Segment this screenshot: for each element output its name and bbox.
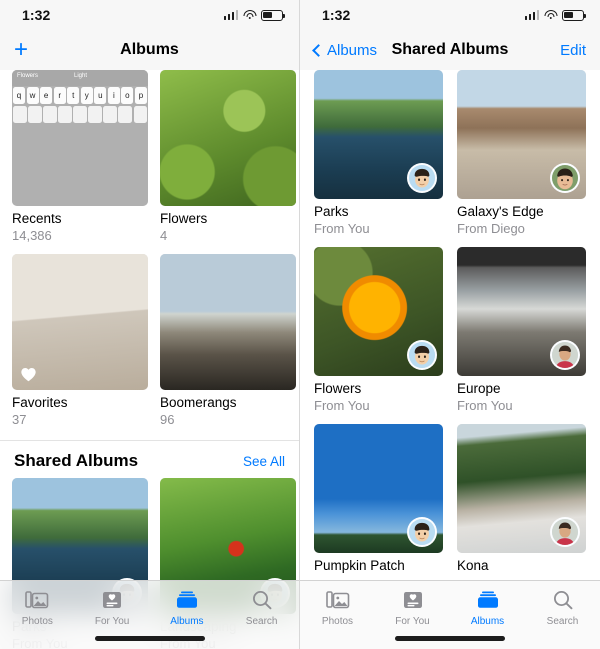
album-title: Europe — [457, 381, 501, 397]
status-time: 1:32 — [22, 7, 51, 23]
edit-button[interactable]: Edit — [560, 42, 586, 59]
album-owner: From Diego — [457, 220, 525, 236]
photo-avatar-diego — [550, 163, 580, 193]
tab-label: For You — [94, 616, 130, 627]
tab-bar: Photos For You Albums Search — [300, 580, 600, 649]
left-scroll-content[interactable]: Flowers Light qwertyuiop Recents 14,386 F… — [0, 70, 299, 649]
shared-album-cell-pumpkin-patch[interactable]: Pumpkin Patch — [314, 424, 443, 575]
album-title: Favorites — [12, 395, 68, 411]
cellular-signal-icon — [524, 10, 539, 20]
album-count: 4 — [160, 227, 168, 243]
album-title: Galaxy's Edge — [457, 204, 544, 219]
tab-search[interactable]: Search — [224, 581, 299, 649]
status-time: 1:32 — [322, 7, 351, 23]
album-cell-favorites[interactable]: Favorites 37 — [12, 254, 148, 428]
tab-label: For You — [395, 616, 430, 627]
album-thumbnail[interactable] — [457, 424, 586, 554]
albums-icon — [176, 591, 197, 608]
cellular-signal-icon — [223, 10, 238, 20]
album-owner: From You — [314, 220, 370, 236]
album-count: 96 — [160, 412, 175, 427]
section-title: Shared Albums — [14, 451, 139, 471]
album-thumbnail[interactable] — [314, 247, 443, 377]
page-title: Albums — [120, 41, 179, 58]
memoji-avatar — [407, 163, 437, 193]
photos-icon — [25, 591, 49, 609]
right-scroll-content[interactable]: Parks From You Galaxy's Edge From Diego — [300, 70, 600, 649]
heart-icon — [21, 368, 36, 382]
home-indicator[interactable] — [395, 636, 505, 641]
wifi-icon — [544, 10, 557, 20]
album-cell-recents[interactable]: Flowers Light qwertyuiop Recents 14,386 — [12, 70, 148, 244]
album-owner: From You — [314, 398, 370, 413]
memoji-avatar — [407, 340, 437, 371]
photos-icon — [325, 591, 349, 609]
for-you-icon — [103, 592, 122, 608]
album-title: Boomerangs — [160, 395, 237, 411]
my-albums-grid: Flowers Light qwertyuiop Recents 14,386 F… — [0, 70, 299, 438]
shared-album-cell-kona[interactable]: Kona — [457, 424, 586, 575]
album-title: Flowers — [314, 381, 362, 397]
album-thumbnail[interactable] — [160, 254, 296, 391]
shared-albums-grid: Parks From You Galaxy's Edge From Diego — [300, 70, 600, 585]
right-nav-bar: Albums Shared Albums Edit — [300, 30, 600, 70]
album-thumbnail[interactable] — [314, 70, 443, 199]
album-title: Parks — [314, 204, 349, 219]
shared-album-cell-europe[interactable]: Europe From You — [457, 247, 586, 414]
album-count: 37 — [12, 412, 27, 427]
album-thumbnail[interactable] — [314, 424, 443, 554]
shared-album-cell-galaxys-edge[interactable]: Galaxy's Edge From Diego — [457, 70, 586, 237]
tab-label: Albums — [170, 616, 204, 627]
status-indicators — [223, 9, 285, 21]
album-title: Kona — [457, 558, 489, 574]
status-bar: 1:32 — [0, 0, 299, 30]
tab-label: Albums — [470, 616, 505, 627]
tab-label: Search — [546, 616, 579, 627]
search-icon — [553, 591, 572, 610]
see-all-button[interactable]: See All — [243, 454, 285, 469]
albums-icon — [477, 591, 498, 608]
status-indicators — [524, 9, 586, 21]
battery-icon — [261, 9, 285, 21]
left-nav-bar: + Albums — [0, 30, 299, 70]
album-cell-boomerangs[interactable]: Boomerangs 96 — [160, 254, 296, 428]
album-thumbnail[interactable] — [457, 247, 586, 377]
wifi-icon — [243, 10, 256, 20]
album-thumbnail[interactable] — [160, 70, 296, 206]
photo-avatar-red — [550, 340, 580, 371]
album-count: 14,386 — [12, 227, 52, 243]
album-owner: From You — [457, 398, 513, 413]
album-thumbnail[interactable]: Flowers Light qwertyuiop — [12, 70, 148, 206]
album-thumbnail[interactable] — [12, 254, 148, 391]
left-phone-screen: 1:32 + Albums Flowers Light qwertyuiop R… — [0, 0, 300, 649]
search-icon — [252, 591, 272, 610]
for-you-icon — [403, 592, 422, 608]
album-title: Pumpkin Patch — [314, 558, 405, 574]
shared-album-cell-parks[interactable]: Parks From You — [314, 70, 443, 237]
add-album-button[interactable]: + — [14, 38, 28, 62]
album-title: Recents — [12, 211, 62, 226]
shared-album-cell-flowers[interactable]: Flowers From You — [314, 247, 443, 414]
tab-bar: Photos For You Albums Search — [0, 580, 299, 649]
album-thumbnail[interactable] — [457, 70, 586, 199]
status-bar: 1:32 — [300, 0, 600, 30]
tab-search[interactable]: Search — [525, 581, 600, 649]
album-cell-flowers[interactable]: Flowers 4 — [160, 70, 296, 244]
back-label: Albums — [327, 41, 378, 59]
shared-albums-section-header: Shared Albums See All — [0, 440, 299, 478]
tab-photos[interactable]: Photos — [300, 581, 375, 649]
album-title: Flowers — [160, 211, 208, 226]
tab-label: Search — [245, 616, 278, 627]
dual-screenshot-container: 1:32 + Albums Flowers Light qwertyuiop R… — [0, 0, 600, 649]
right-phone-screen: 1:32 Albums Shared Albums Edit Parks Fro… — [300, 0, 600, 649]
battery-icon — [562, 9, 586, 21]
home-indicator[interactable] — [94, 636, 205, 641]
back-button[interactable]: Albums — [312, 41, 378, 59]
tab-label: Photos — [321, 616, 354, 627]
chevron-left-icon — [312, 43, 325, 57]
tab-label: Photos — [21, 616, 53, 627]
tab-photos[interactable]: Photos — [0, 581, 75, 649]
